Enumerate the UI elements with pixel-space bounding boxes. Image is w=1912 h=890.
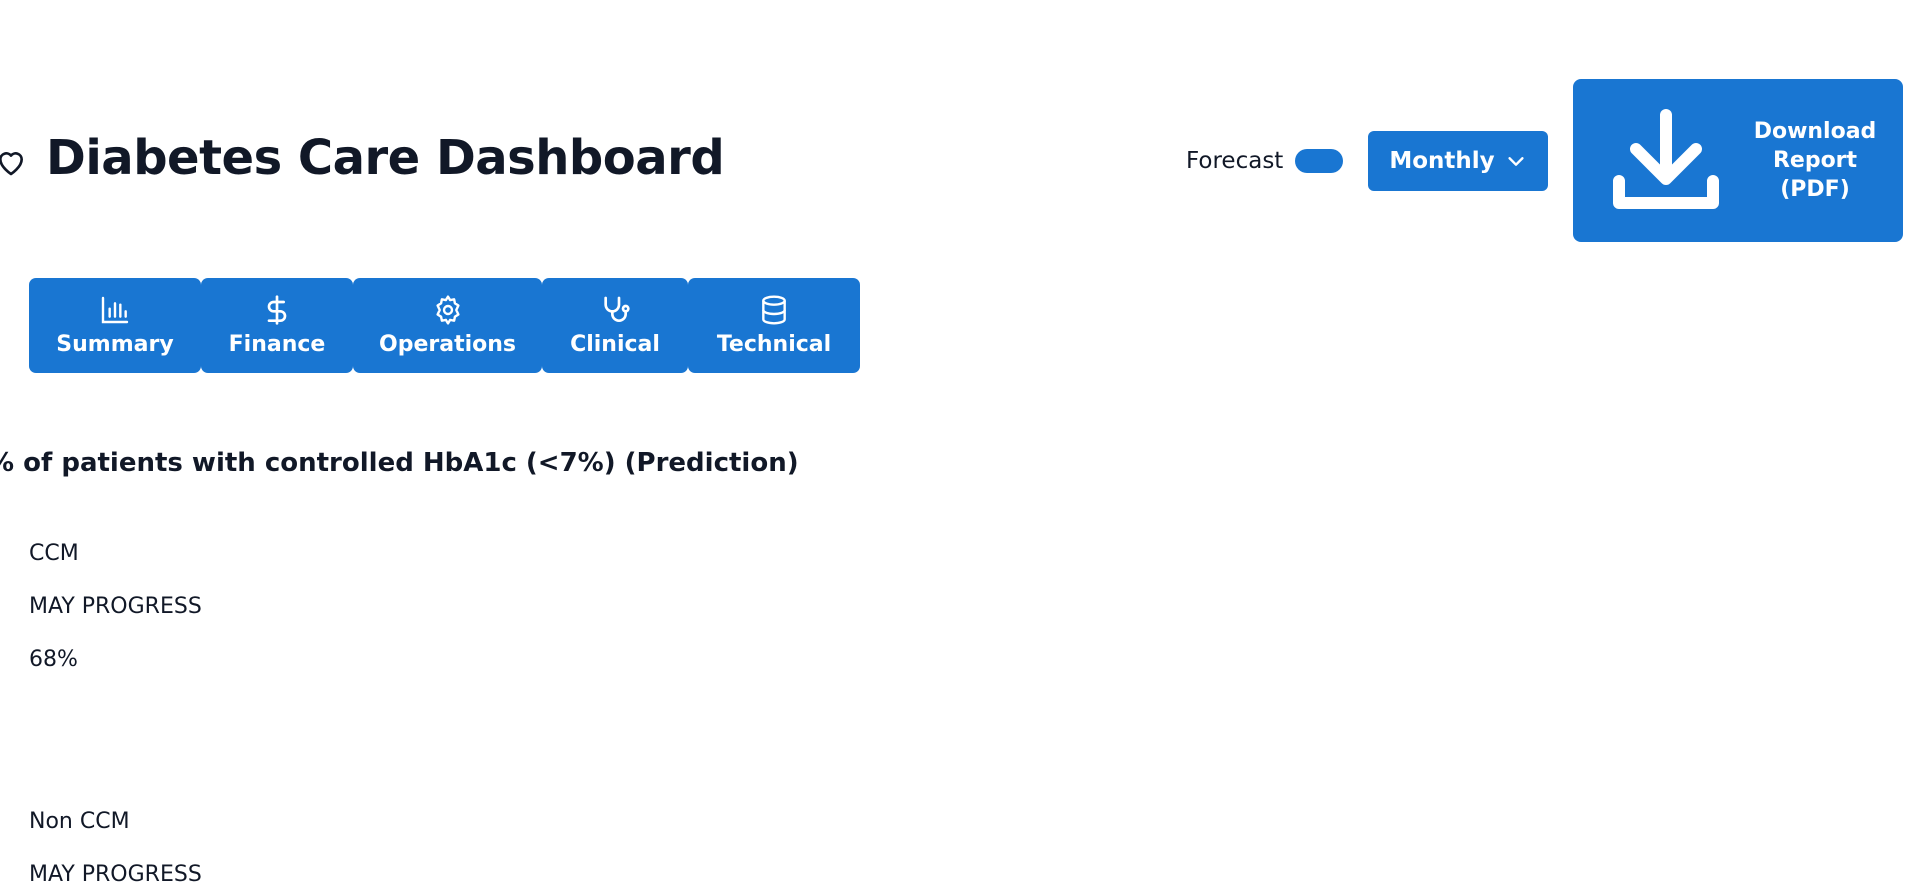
- tab-label: Summary: [56, 332, 174, 357]
- stethoscope-icon: [604, 296, 630, 322]
- download-label-line: (PDF): [1780, 177, 1850, 202]
- download-report-button[interactable]: Download Report (PDF): [1573, 79, 1903, 242]
- gear-icon: [435, 295, 460, 325]
- chevron-down-icon: [1508, 157, 1524, 166]
- group-name: Non CCM: [29, 809, 130, 834]
- tab-label: Operations: [379, 332, 516, 357]
- download-icon: [1613, 109, 1719, 209]
- database-icon: [762, 295, 786, 325]
- download-label-line: Report: [1772, 148, 1858, 173]
- download-label-line: Download: [1753, 119, 1877, 144]
- tab-label: Finance: [228, 332, 326, 357]
- dollar-icon: [267, 295, 287, 325]
- period-dropdown-label: Monthly: [1389, 148, 1495, 174]
- tab-summary[interactable]: Summary: [29, 278, 201, 373]
- page-title: Diabetes Care Dashboard: [46, 130, 725, 186]
- heart-icon: [0, 152, 23, 176]
- forecast-label: Forecast: [1186, 148, 1284, 174]
- forecast-control: Forecast: [1186, 146, 1344, 176]
- tab-clinical[interactable]: Clinical: [542, 278, 688, 373]
- forecast-toggle[interactable]: [1295, 149, 1344, 173]
- group-status: MAY PROGRESS: [29, 862, 202, 887]
- group-status: MAY PROGRESS: [29, 594, 202, 619]
- section-title: % of patients with controlled HbA1c (<7%…: [0, 448, 799, 478]
- tab-finance[interactable]: Finance: [201, 278, 353, 373]
- bar-chart-icon: [101, 296, 129, 324]
- tab-label: Technical: [716, 332, 832, 357]
- group-value: 68%: [29, 647, 78, 672]
- group-name: CCM: [29, 541, 79, 566]
- tab-label: Clinical: [570, 332, 660, 357]
- tab-bar: Summary Finance Operations Clinical Tech…: [29, 278, 860, 373]
- download-report-label: Download Report (PDF): [1745, 117, 1885, 204]
- period-dropdown[interactable]: Monthly: [1368, 131, 1548, 191]
- tab-operations[interactable]: Operations: [353, 278, 542, 373]
- tab-technical[interactable]: Technical: [688, 278, 860, 373]
